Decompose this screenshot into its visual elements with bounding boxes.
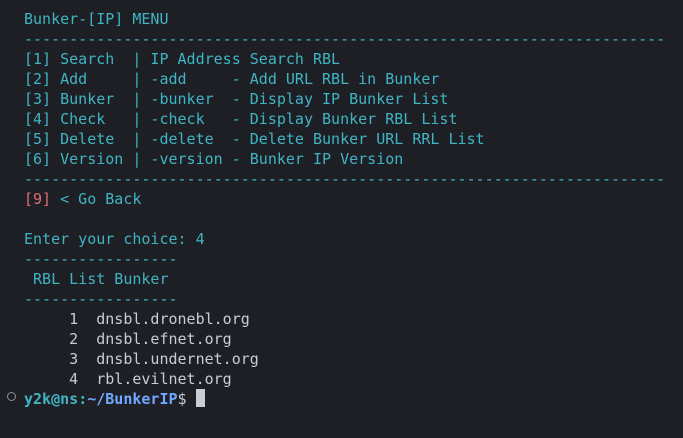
prompt-separator: :	[78, 390, 88, 408]
block-cursor-icon[interactable]	[195, 389, 205, 407]
menu-item-label: Search | IP Address Search RBL	[51, 50, 341, 68]
menu-item-key: [2]	[24, 70, 52, 88]
rbl-list-number: 3	[24, 350, 79, 368]
menu-item: [3] Bunker | -bunker - Display IP Bunker…	[24, 89, 448, 109]
menu-item: [5] Delete | -delete - Delete Bunker URL…	[24, 129, 485, 149]
prompt-path: ~/BunkerIP	[87, 390, 178, 408]
choice-prompt: Enter your choice: 4	[24, 230, 205, 248]
terminal-window[interactable]: Bunker-[IP] MENU -----------------------…	[0, 0, 683, 438]
prompt-user-host: y2k@ns	[24, 390, 79, 408]
menu-item-key: [6]	[24, 150, 52, 168]
menu-item-label: Delete | -delete - Delete Bunker URL RRL…	[51, 130, 485, 148]
rbl-list-number: 1	[24, 310, 79, 328]
menu-item-label: Check | -check - Display Bunker RBL List	[51, 110, 458, 128]
menu-item: [6] Version | -version - Bunker IP Versi…	[24, 149, 403, 169]
menu-item-key: [3]	[24, 90, 52, 108]
separator-bottom: ----------------------------------------…	[24, 170, 666, 188]
shell-prompt[interactable]: y2k@ns:~/BunkerIP$	[24, 389, 205, 409]
menu-item: [4] Check | -check - Display Bunker RBL …	[24, 109, 457, 129]
menu-item: [2] Add | -add - Add URL RBL in Bunker	[24, 69, 439, 89]
rbl-list-number: 2	[24, 330, 79, 348]
rbl-list-host: dnsbl.dronebl.org	[78, 310, 250, 328]
separator-top: ----------------------------------------…	[24, 30, 666, 48]
menu-item-key: [1]	[24, 50, 52, 68]
menu-item-label: Bunker | -bunker - Display IP Bunker Lis…	[51, 90, 449, 108]
rbl-list-item: 3 dnsbl.undernet.org	[24, 349, 259, 369]
menu-item: [1] Search | IP Address Search RBL	[24, 49, 340, 69]
rbl-list-host: dnsbl.efnet.org	[78, 330, 232, 348]
list-separator-top: -----------------	[24, 250, 178, 268]
go-back-label: < Go Back	[51, 190, 142, 208]
list-separator-bottom: -----------------	[24, 290, 178, 308]
go-back-key: [9]	[24, 190, 52, 208]
rbl-list-number: 4	[24, 370, 79, 388]
menu-item-label: Version | -version - Bunker IP Version	[51, 150, 404, 168]
go-back-item: [9] < Go Back	[24, 189, 141, 209]
rbl-list-item: 1 dnsbl.dronebl.org	[24, 309, 250, 329]
menu-item-key: [5]	[24, 130, 52, 148]
prompt-sign: $	[177, 390, 187, 408]
menu-title: Bunker-[IP] MENU	[24, 10, 169, 28]
rbl-list-item: 2 dnsbl.efnet.org	[24, 329, 232, 349]
rbl-list-host: dnsbl.undernet.org	[78, 350, 259, 368]
menu-item-key: [4]	[24, 110, 52, 128]
menu-item-label: Add | -add - Add URL RBL in Bunker	[51, 70, 440, 88]
terminal-status-circle-icon	[7, 392, 16, 401]
list-title: RBL List Bunker	[24, 270, 169, 288]
rbl-list-host: rbl.evilnet.org	[78, 370, 232, 388]
rbl-list-item: 4 rbl.evilnet.org	[24, 369, 232, 389]
